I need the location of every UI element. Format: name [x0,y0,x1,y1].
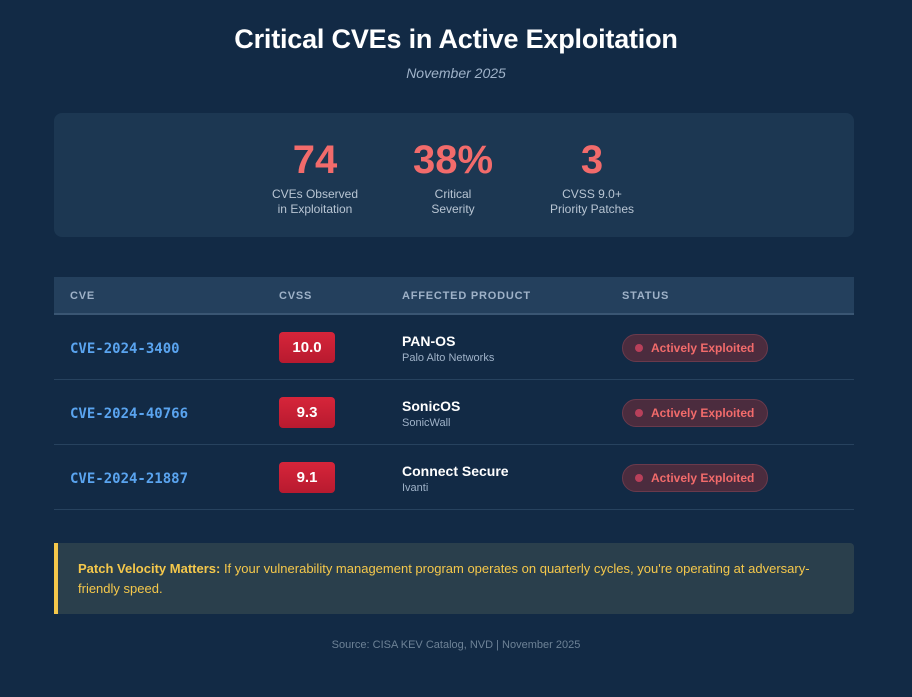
cve-id: CVE-2024-21887 [70,471,189,487]
stat-priority-patches: 3 CVSS 9.0+ Priority Patches [512,113,672,217]
page-title: Critical CVEs in Active Exploitation [234,24,678,54]
status-badge: Actively Exploited [622,464,769,492]
stat-label: CVEs Observed in Exploitation [235,187,395,217]
status-badge: Actively Exploited [622,334,769,362]
source-footer: Source: CISA KEV Catalog, NVD | November… [331,639,581,651]
stat-label-line: Severity [431,202,475,216]
status-dot-icon [635,474,643,482]
affected-product: Connect Secure Ivanti [402,463,509,495]
product-name: SonicOS [402,398,461,414]
cvss-score-badge: 9.3 [279,397,335,428]
stat-label-line: CVEs Observed [271,187,359,201]
cve-table: CVE CVSS AFFECTED PRODUCT STATUS CVE-202… [54,277,854,510]
affected-product: SonicOS SonicWall [402,398,460,430]
column-header-product: AFFECTED PRODUCT [402,290,531,302]
page-subtitle: November 2025 [406,65,506,81]
affected-product: PAN-OS Palo Alto Networks [402,333,494,365]
stat-value: 3 [580,138,604,182]
status-label: Actively Exploited [651,406,755,420]
cvss-score-badge: 10.0 [279,332,335,363]
stat-cves-observed: 74 CVEs Observed in Exploitation [235,113,395,217]
stats-panel: 74 CVEs Observed in Exploitation 38% Cri… [54,113,854,237]
vendor-name: SonicWall [402,417,451,429]
table-header: CVE CVSS AFFECTED PRODUCT STATUS [54,277,854,315]
patch-velocity-callout: Patch Velocity Matters: If your vulnerab… [54,543,854,614]
stat-label-line: Priority Patches [549,202,635,216]
stat-label: CVSS 9.0+ Priority Patches [512,187,672,217]
cve-id: CVE-2024-40766 [70,406,189,422]
stat-value: 74 [292,138,338,182]
status-badge: Actively Exploited [622,399,769,427]
stat-critical-severity: 38% Critical Severity [373,113,533,217]
stat-label-line: in Exploitation [277,202,353,216]
table-row: CVE-2024-21887 9.1 Connect Secure Ivanti… [54,445,854,510]
vendor-name: Ivanti [402,482,429,494]
column-header-cvss: CVSS [279,290,313,302]
status-dot-icon [635,344,643,352]
page: Critical CVEs in Active Exploitation Nov… [0,0,912,697]
table-row: CVE-2024-40766 9.3 SonicOS SonicWall Act… [54,380,854,445]
stat-label-line: Critical [434,187,472,201]
status-dot-icon [635,409,643,417]
cve-id: CVE-2024-3400 [70,341,180,357]
cvss-score-badge: 9.1 [279,462,335,493]
callout-heading: Patch Velocity Matters: [78,561,221,576]
stat-label: Critical Severity [373,187,533,217]
column-header-cve: CVE [70,290,96,302]
product-name: PAN-OS [402,333,456,349]
vendor-name: Palo Alto Networks [402,352,495,364]
product-name: Connect Secure [402,463,509,479]
column-header-status: STATUS [622,290,670,302]
stat-label-line: CVSS 9.0+ [562,187,622,201]
status-label: Actively Exploited [651,341,755,355]
table-row: CVE-2024-3400 10.0 PAN-OS Palo Alto Netw… [54,315,854,380]
stat-value: 38% [412,138,494,182]
status-label: Actively Exploited [651,471,755,485]
